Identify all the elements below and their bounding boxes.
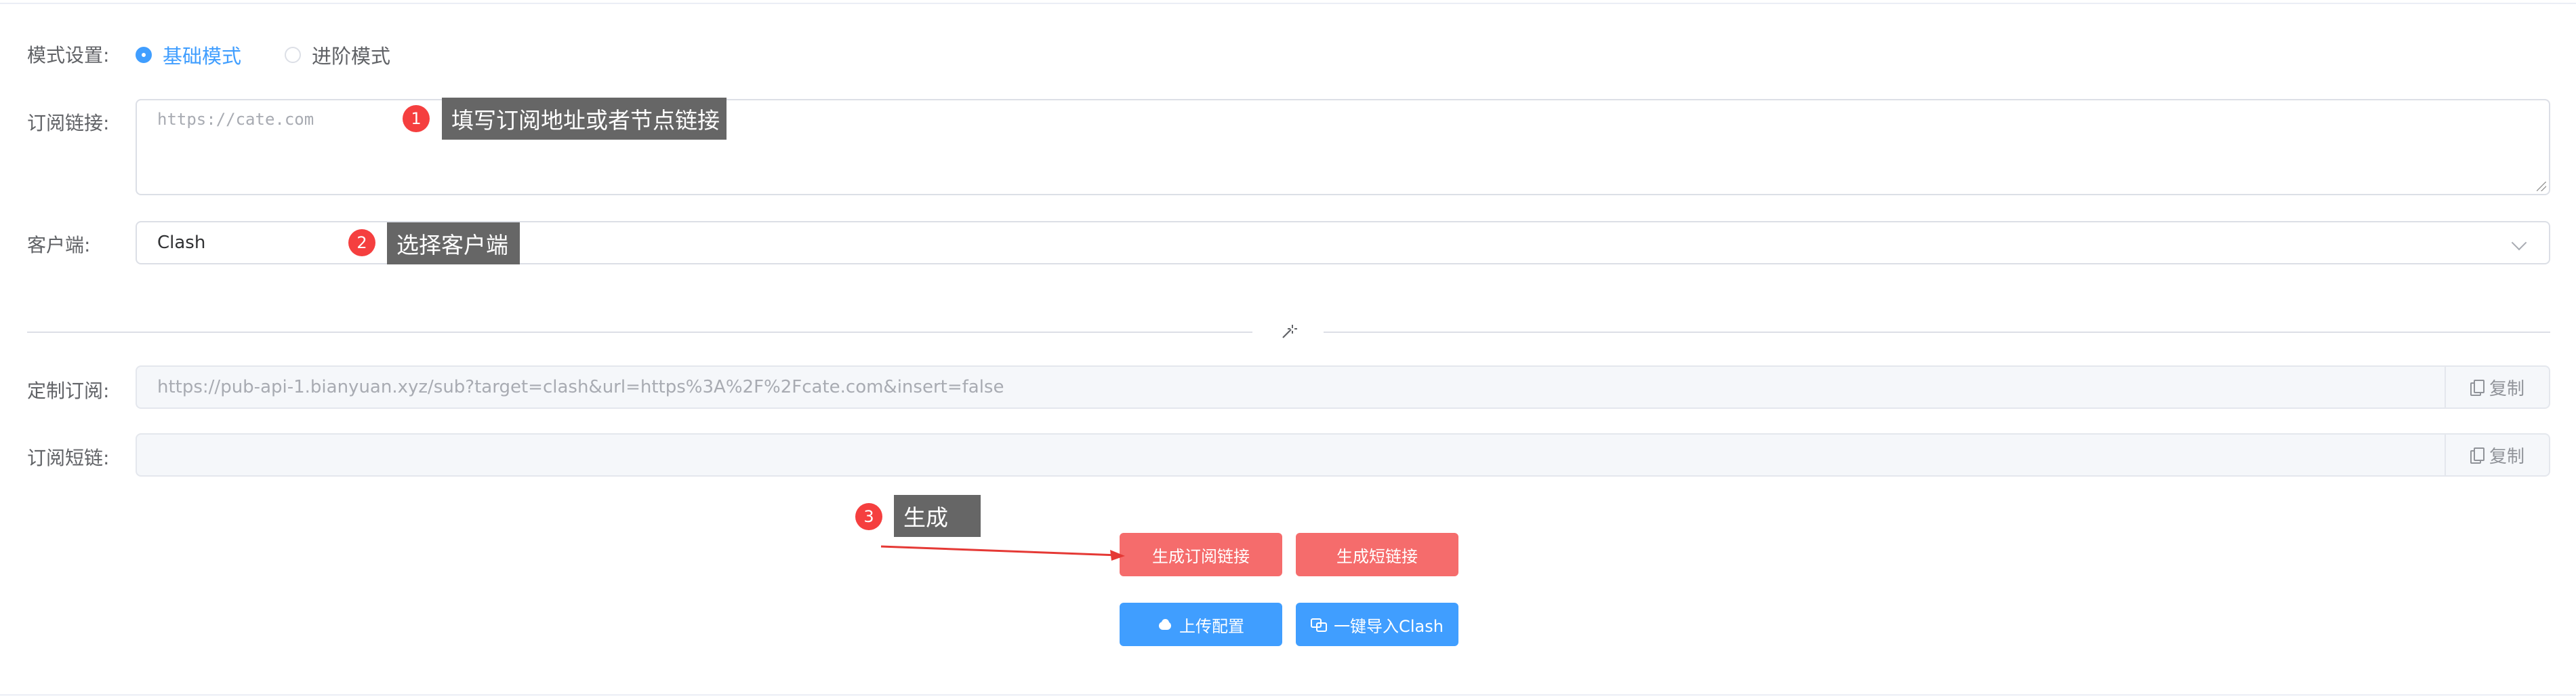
generate-short-link-label: 生成短链接 [1336,546,1418,566]
radio-advanced-mode[interactable]: 进阶模式 [285,41,390,69]
short-link-field: 复制 [136,433,2550,477]
divider-line-right [1324,332,2550,333]
custom-sub-field: https://pub-api-1.bianyuan.xyz/sub?targe… [136,365,2550,409]
generate-sub-link-button[interactable]: 生成订阅链接 [1120,533,1282,576]
custom-sub-value: https://pub-api-1.bianyuan.xyz/sub?targe… [157,377,1004,397]
annotation-badge-3: 3 [855,503,882,530]
mode-label: 模式设置: [27,44,110,66]
cloud-upload-icon [1158,619,1172,630]
annotation-callout-3: 生成 [894,495,981,537]
annotation-badge-2: 2 [348,229,375,256]
annotation-badge-1: 1 [403,105,430,132]
radio-basic-label: 基础模式 [163,45,242,68]
annotation-callout-1: 填写订阅地址或者节点链接 [442,98,727,140]
generate-sub-link-label: 生成订阅链接 [1152,546,1250,566]
upload-config-button[interactable]: 上传配置 [1120,603,1282,646]
link-icon [1311,618,1328,632]
client-label: 客户端: [27,234,91,256]
chevron-down-icon [2511,235,2527,251]
top-border [0,3,2576,4]
subscription-placeholder: https://cate.com [157,110,314,129]
custom-sub-copy-button[interactable]: 复制 [2445,367,2549,407]
divider-line-left [27,332,1252,333]
short-link-copy-button[interactable]: 复制 [2445,435,2549,475]
radio-advanced-label: 进阶模式 [312,45,391,68]
subscription-label: 订阅链接: [27,112,110,134]
annotation-callout-2: 选择客户端 [387,222,520,264]
import-clash-label: 一键导入Clash [1334,616,1444,636]
upload-config-label: 上传配置 [1179,616,1244,636]
copy-label: 复制 [2489,446,2524,467]
annotation-arrow [880,545,1125,561]
copy-label: 复制 [2489,378,2524,399]
copy-icon [2470,447,2485,464]
short-link-label: 订阅短链: [27,447,110,469]
resize-grip-icon[interactable] [2537,182,2546,191]
client-selected-value: Clash [157,233,206,253]
generate-short-link-button[interactable]: 生成短链接 [1296,533,1458,576]
radio-dot-icon [136,47,152,63]
bottom-border [0,694,2576,696]
import-clash-button[interactable]: 一键导入Clash [1296,603,1458,646]
copy-icon [2470,380,2485,396]
radio-basic-mode[interactable]: 基础模式 [136,41,241,69]
radio-dot-icon [285,47,301,63]
custom-sub-label: 定制订阅: [27,380,110,402]
magic-wand-icon [1277,321,1300,344]
